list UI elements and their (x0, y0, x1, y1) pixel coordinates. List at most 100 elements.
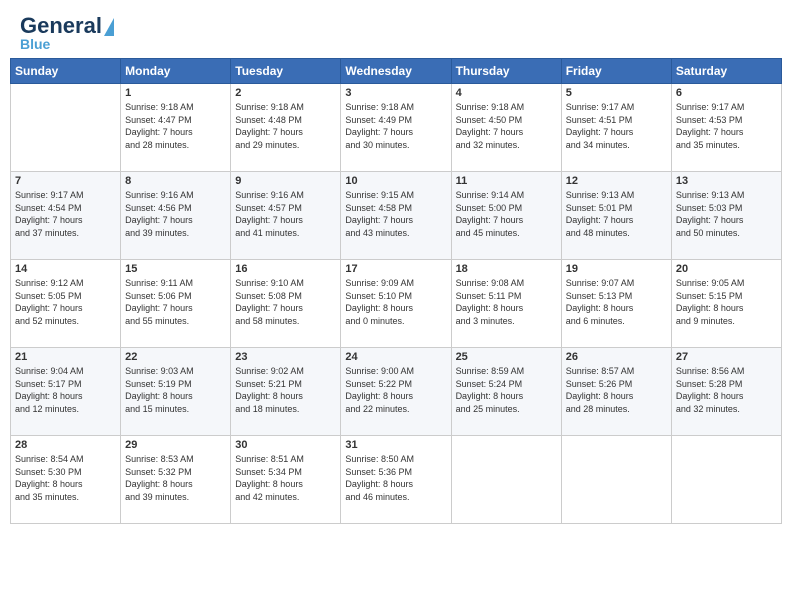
day-header-sunday: Sunday (11, 59, 121, 84)
day-number: 8 (125, 175, 226, 187)
cell-info: Sunrise: 9:10 AM Sunset: 5:08 PM Dayligh… (235, 277, 336, 327)
calendar-header: SundayMondayTuesdayWednesdayThursdayFrid… (11, 59, 782, 84)
cell-4-6 (671, 436, 781, 524)
cell-info: Sunrise: 9:18 AM Sunset: 4:47 PM Dayligh… (125, 101, 226, 151)
cell-4-3: 31 Sunrise: 8:50 AM Sunset: 5:36 PM Dayli… (341, 436, 451, 524)
cell-info: Sunrise: 9:17 AM Sunset: 4:53 PM Dayligh… (676, 101, 777, 151)
cell-info: Sunrise: 9:17 AM Sunset: 4:51 PM Dayligh… (566, 101, 667, 151)
cell-2-4: 18Sunrise: 9:08 AM Sunset: 5:11 PM Dayli… (451, 260, 561, 348)
cell-info: Sunrise: 8:50 AM Sunset: 5:36 PM Dayligh… (345, 453, 446, 503)
day-number: 30 (235, 439, 336, 451)
cell-info: Sunrise: 9:07 AM Sunset: 5:13 PM Dayligh… (566, 277, 667, 327)
day-number: 2 (235, 87, 336, 99)
cell-3-1: 22Sunrise: 9:03 AM Sunset: 5:19 PM Dayli… (121, 348, 231, 436)
day-number: 20 (676, 263, 777, 275)
day-number: 10 (345, 175, 446, 187)
day-number: 7 (15, 175, 116, 187)
day-number: 23 (235, 351, 336, 363)
day-number: 3 (345, 87, 446, 99)
day-number: 21 (15, 351, 116, 363)
cell-info: Sunrise: 9:13 AM Sunset: 5:01 PM Dayligh… (566, 189, 667, 239)
cell-info: Sunrise: 9:09 AM Sunset: 5:10 PM Dayligh… (345, 277, 446, 327)
day-number: 28 (15, 439, 116, 451)
calendar-table: SundayMondayTuesdayWednesdayThursdayFrid… (10, 58, 782, 524)
cell-0-2: 2 Sunrise: 9:18 AM Sunset: 4:48 PM Daylig… (231, 84, 341, 172)
day-header-friday: Friday (561, 59, 671, 84)
day-number: 1 (125, 87, 226, 99)
cell-4-2: 30 Sunrise: 8:51 AM Sunset: 5:34 PM Dayli… (231, 436, 341, 524)
cell-info: Sunrise: 9:16 AM Sunset: 4:56 PM Dayligh… (125, 189, 226, 239)
week-row-2: 14 Sunrise: 9:12 AM Sunset: 5:05 PM Dayli… (11, 260, 782, 348)
day-number: 18 (456, 263, 557, 275)
day-header-saturday: Saturday (671, 59, 781, 84)
cell-info: Sunrise: 9:18 AM Sunset: 4:49 PM Dayligh… (345, 101, 446, 151)
day-header-monday: Monday (121, 59, 231, 84)
day-number: 22 (125, 351, 226, 363)
day-header-thursday: Thursday (451, 59, 561, 84)
day-header-wednesday: Wednesday (341, 59, 451, 84)
cell-2-5: 19 Sunrise: 9:07 AM Sunset: 5:13 PM Dayli… (561, 260, 671, 348)
header: General Blue (0, 0, 792, 58)
cell-4-4 (451, 436, 561, 524)
logo-triangle-icon (104, 18, 114, 36)
cell-info: Sunrise: 8:53 AM Sunset: 5:32 PM Dayligh… (125, 453, 226, 503)
cell-0-3: 3 Sunrise: 9:18 AM Sunset: 4:49 PM Daylig… (341, 84, 451, 172)
cell-info: Sunrise: 9:11 AM Sunset: 5:06 PM Dayligh… (125, 277, 226, 327)
cell-1-3: 10 Sunrise: 9:15 AM Sunset: 4:58 PM Dayli… (341, 172, 451, 260)
cell-0-0 (11, 84, 121, 172)
cell-2-1: 15 Sunrise: 9:11 AM Sunset: 5:06 PM Dayli… (121, 260, 231, 348)
cell-info: Sunrise: 9:14 AM Sunset: 5:00 PM Dayligh… (456, 189, 557, 239)
page: General Blue SundayMondayTuesdayWednesda… (0, 0, 792, 612)
week-row-3: 21 Sunrise: 9:04 AM Sunset: 5:17 PM Dayli… (11, 348, 782, 436)
cell-1-4: 11Sunrise: 9:14 AM Sunset: 5:00 PM Dayli… (451, 172, 561, 260)
day-number: 14 (15, 263, 116, 275)
cell-3-2: 23 Sunrise: 9:02 AM Sunset: 5:21 PM Dayli… (231, 348, 341, 436)
cell-0-4: 4 Sunrise: 9:18 AM Sunset: 4:50 PM Daylig… (451, 84, 561, 172)
cell-info: Sunrise: 9:17 AM Sunset: 4:54 PM Dayligh… (15, 189, 116, 239)
cell-4-0: 28 Sunrise: 8:54 AM Sunset: 5:30 PM Dayli… (11, 436, 121, 524)
cell-info: Sunrise: 9:05 AM Sunset: 5:15 PM Dayligh… (676, 277, 777, 327)
cell-2-0: 14 Sunrise: 9:12 AM Sunset: 5:05 PM Dayli… (11, 260, 121, 348)
cell-info: Sunrise: 9:15 AM Sunset: 4:58 PM Dayligh… (345, 189, 446, 239)
cell-info: Sunrise: 9:12 AM Sunset: 5:05 PM Dayligh… (15, 277, 116, 327)
cell-1-0: 7 Sunrise: 9:17 AM Sunset: 4:54 PM Daylig… (11, 172, 121, 260)
day-number: 31 (345, 439, 446, 451)
logo-general: General (20, 14, 102, 38)
cell-1-6: 13 Sunrise: 9:13 AM Sunset: 5:03 PM Dayli… (671, 172, 781, 260)
cell-info: Sunrise: 9:13 AM Sunset: 5:03 PM Dayligh… (676, 189, 777, 239)
cell-4-1: 29Sunrise: 8:53 AM Sunset: 5:32 PM Dayli… (121, 436, 231, 524)
cell-info: Sunrise: 9:00 AM Sunset: 5:22 PM Dayligh… (345, 365, 446, 415)
cell-2-2: 16Sunrise: 9:10 AM Sunset: 5:08 PM Dayli… (231, 260, 341, 348)
day-number: 13 (676, 175, 777, 187)
cell-info: Sunrise: 9:04 AM Sunset: 5:17 PM Dayligh… (15, 365, 116, 415)
day-number: 4 (456, 87, 557, 99)
calendar: SundayMondayTuesdayWednesdayThursdayFrid… (0, 58, 792, 612)
day-number: 15 (125, 263, 226, 275)
cell-1-1: 8 Sunrise: 9:16 AM Sunset: 4:56 PM Daylig… (121, 172, 231, 260)
week-row-1: 7 Sunrise: 9:17 AM Sunset: 4:54 PM Daylig… (11, 172, 782, 260)
cell-info: Sunrise: 9:18 AM Sunset: 4:48 PM Dayligh… (235, 101, 336, 151)
day-number: 19 (566, 263, 667, 275)
day-number: 27 (676, 351, 777, 363)
cell-2-3: 17Sunrise: 9:09 AM Sunset: 5:10 PM Dayli… (341, 260, 451, 348)
cell-1-5: 12 Sunrise: 9:13 AM Sunset: 5:01 PM Dayli… (561, 172, 671, 260)
cell-info: Sunrise: 8:57 AM Sunset: 5:26 PM Dayligh… (566, 365, 667, 415)
cell-3-0: 21 Sunrise: 9:04 AM Sunset: 5:17 PM Dayli… (11, 348, 121, 436)
cell-4-5 (561, 436, 671, 524)
day-header-tuesday: Tuesday (231, 59, 341, 84)
cell-info: Sunrise: 9:02 AM Sunset: 5:21 PM Dayligh… (235, 365, 336, 415)
cell-info: Sunrise: 9:18 AM Sunset: 4:50 PM Dayligh… (456, 101, 557, 151)
day-number: 6 (676, 87, 777, 99)
week-row-4: 28 Sunrise: 8:54 AM Sunset: 5:30 PM Dayli… (11, 436, 782, 524)
cell-3-5: 26Sunrise: 8:57 AM Sunset: 5:26 PM Dayli… (561, 348, 671, 436)
cell-3-3: 24 Sunrise: 9:00 AM Sunset: 5:22 PM Dayli… (341, 348, 451, 436)
cell-info: Sunrise: 8:51 AM Sunset: 5:34 PM Dayligh… (235, 453, 336, 503)
day-number: 12 (566, 175, 667, 187)
day-number: 5 (566, 87, 667, 99)
cell-info: Sunrise: 9:16 AM Sunset: 4:57 PM Dayligh… (235, 189, 336, 239)
day-number: 24 (345, 351, 446, 363)
cell-info: Sunrise: 8:59 AM Sunset: 5:24 PM Dayligh… (456, 365, 557, 415)
days-header-row: SundayMondayTuesdayWednesdayThursdayFrid… (11, 59, 782, 84)
cell-info: Sunrise: 8:54 AM Sunset: 5:30 PM Dayligh… (15, 453, 116, 503)
logo-blue: Blue (20, 36, 50, 52)
